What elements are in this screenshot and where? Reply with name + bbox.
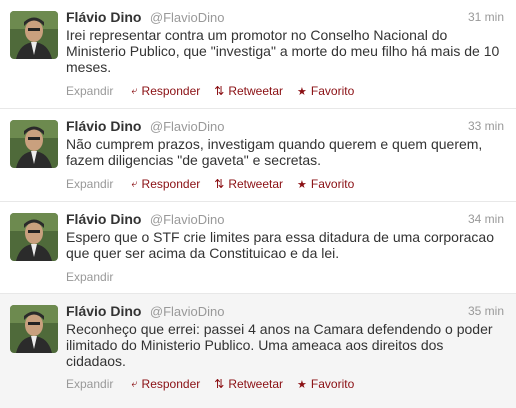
expand-link[interactable]: Expandir: [66, 177, 113, 191]
tweet-header: Flávio Dino @FlavioDino 33 min: [66, 118, 506, 136]
favorite-label: Favorito: [310, 377, 355, 391]
reply-label: Responder: [141, 377, 201, 391]
tweet-actions: Expandir ⤶ Responder ⇅ Retweetar ★ Favor…: [66, 176, 368, 192]
tweet-header: Flávio Dino @FlavioDino 31 min: [66, 9, 506, 27]
tweet-timeline: Flávio Dino @FlavioDino 31 min Irei repr…: [0, 0, 516, 408]
tweet-item[interactable]: Flávio Dino @FlavioDino 34 min Espero qu…: [0, 202, 516, 294]
author-name[interactable]: Flávio Dino: [66, 118, 141, 134]
retweet-arrows-icon: ⇅: [214, 177, 225, 191]
tweet-item[interactable]: Flávio Dino @FlavioDino 35 min Reconheço…: [0, 294, 516, 408]
tweet-actions: Expandir: [66, 269, 131, 285]
author-name[interactable]: Flávio Dino: [66, 9, 141, 25]
avatar[interactable]: [10, 120, 58, 168]
retweet-button[interactable]: ⇅ Retweetar: [214, 84, 283, 98]
retweet-button[interactable]: ⇅ Retweetar: [214, 377, 283, 391]
retweet-button[interactable]: ⇅ Retweetar: [214, 177, 283, 191]
reply-arrow-icon: ⤶: [131, 84, 138, 97]
expand-link[interactable]: Expandir: [66, 377, 113, 391]
reply-label: Responder: [141, 84, 201, 98]
star-icon: ★: [297, 378, 307, 391]
favorite-button[interactable]: ★ Favorito: [297, 84, 354, 98]
author-handle[interactable]: @FlavioDino: [150, 119, 225, 134]
favorite-button[interactable]: ★ Favorito: [297, 377, 354, 391]
tweet-item[interactable]: Flávio Dino @FlavioDino 31 min Irei repr…: [0, 0, 516, 109]
reply-label: Responder: [141, 177, 201, 191]
tweet-text: Reconheço que errei: passei 4 anos na Ca…: [66, 321, 493, 369]
tweet-text: Não cumprem prazos, investigam quando qu…: [66, 136, 483, 168]
retweet-arrows-icon: ⇅: [214, 377, 225, 391]
tweet-header: Flávio Dino @FlavioDino 35 min: [66, 303, 506, 321]
retweet-arrows-icon: ⇅: [214, 84, 225, 98]
tweet-item[interactable]: Flávio Dino @FlavioDino 33 min Não cumpr…: [0, 109, 516, 202]
retweet-label: Retweetar: [228, 177, 284, 191]
avatar[interactable]: [10, 11, 58, 59]
favorite-label: Favorito: [310, 177, 355, 191]
retweet-label: Retweetar: [228, 377, 284, 391]
reply-button[interactable]: ⤶ Responder: [131, 177, 200, 191]
reply-arrow-icon: ⤶: [131, 377, 138, 390]
author-handle[interactable]: @FlavioDino: [150, 212, 225, 227]
reply-button[interactable]: ⤶ Responder: [131, 377, 200, 391]
favorite-label: Favorito: [310, 84, 355, 98]
reply-arrow-icon: ⤶: [131, 177, 138, 190]
tweet-timestamp[interactable]: 34 min: [468, 212, 504, 226]
tweet-text: Espero que o STF crie limites para essa …: [66, 229, 494, 261]
reply-button[interactable]: ⤶ Responder: [131, 84, 200, 98]
tweet-text: Irei representar contra um promotor no C…: [66, 27, 500, 75]
tweet-timestamp[interactable]: 35 min: [468, 304, 504, 318]
avatar[interactable]: [10, 305, 58, 353]
star-icon: ★: [297, 178, 307, 191]
favorite-button[interactable]: ★ Favorito: [297, 177, 354, 191]
tweet-actions: Expandir ⤶ Responder ⇅ Retweetar ★ Favor…: [66, 83, 368, 99]
author-name[interactable]: Flávio Dino: [66, 211, 141, 227]
star-icon: ★: [297, 85, 307, 98]
avatar[interactable]: [10, 213, 58, 261]
tweet-header: Flávio Dino @FlavioDino 34 min: [66, 211, 506, 229]
tweet-timestamp[interactable]: 31 min: [468, 10, 504, 24]
expand-link[interactable]: Expandir: [66, 270, 113, 284]
author-name[interactable]: Flávio Dino: [66, 303, 141, 319]
tweet-timestamp[interactable]: 33 min: [468, 119, 504, 133]
author-handle[interactable]: @FlavioDino: [150, 304, 225, 319]
retweet-label: Retweetar: [228, 84, 284, 98]
tweet-actions: Expandir ⤶ Responder ⇅ Retweetar ★ Favor…: [66, 376, 368, 392]
author-handle[interactable]: @FlavioDino: [150, 10, 225, 25]
expand-link[interactable]: Expandir: [66, 84, 113, 98]
